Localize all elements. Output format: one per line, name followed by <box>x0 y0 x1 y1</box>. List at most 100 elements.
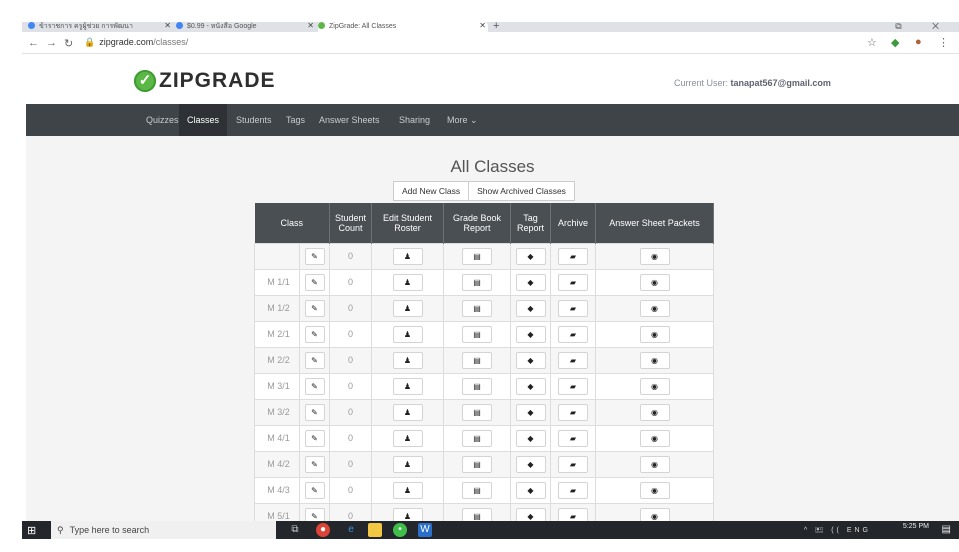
pencil-icon[interactable]: ✎ <box>304 481 325 499</box>
nav-tags[interactable]: Tags <box>278 104 313 136</box>
avatar[interactable]: ● <box>915 36 922 48</box>
edge-icon[interactable]: e <box>344 523 358 537</box>
chrome-icon[interactable]: ● <box>316 523 330 537</box>
address-bar[interactable]: 🔒 zipgrade.com/classes/ <box>84 37 188 48</box>
folder-icon[interactable]: ▰ <box>558 507 588 521</box>
pencil-icon[interactable]: ✎ <box>304 247 325 265</box>
add-new-class-button[interactable]: Add New Class <box>393 181 470 201</box>
tag-icon[interactable]: ◆ <box>515 403 546 421</box>
tag-icon[interactable]: ◆ <box>515 247 546 265</box>
back-icon[interactable]: ← <box>28 37 39 49</box>
list-icon[interactable]: ▤ <box>462 455 492 473</box>
list-icon[interactable]: ▤ <box>462 351 492 369</box>
browser-tab-active[interactable]: ZipGrade: All Classes ✕ <box>318 22 488 32</box>
user-icon[interactable]: ♟ <box>392 299 423 317</box>
pencil-icon[interactable]: ✎ <box>304 377 325 395</box>
download-icon[interactable]: ◉ <box>639 507 670 521</box>
task-view-icon[interactable]: ⧉ <box>288 523 302 537</box>
taskbar-search[interactable]: ⚲ Type here to search <box>51 521 276 539</box>
tag-icon[interactable]: ◆ <box>515 507 546 521</box>
nav-answer-sheets[interactable]: Answer Sheets <box>311 104 388 136</box>
new-tab-button[interactable]: + <box>493 22 499 32</box>
nav-more-dropdown[interactable]: More ⌄ <box>439 104 486 136</box>
user-icon[interactable]: ♟ <box>392 455 423 473</box>
pencil-icon[interactable]: ✎ <box>304 351 325 369</box>
folder-icon[interactable]: ▰ <box>558 403 588 421</box>
notification-icon[interactable]: ▤ <box>942 524 951 535</box>
clock[interactable]: 5:25 PM <box>903 523 929 530</box>
download-icon[interactable]: ◉ <box>639 351 670 369</box>
download-icon[interactable]: ◉ <box>639 377 670 395</box>
extension-icon[interactable]: ◆ <box>891 36 899 49</box>
nav-classes[interactable]: Classes <box>179 104 228 136</box>
user-icon[interactable]: ♟ <box>392 507 423 521</box>
tag-icon[interactable]: ◆ <box>515 273 546 291</box>
user-icon[interactable]: ♟ <box>392 403 423 421</box>
pencil-icon[interactable]: ✎ <box>304 273 325 291</box>
folder-icon[interactable]: ▰ <box>558 299 588 317</box>
folder-icon[interactable]: ▰ <box>558 481 588 499</box>
close-tab-icon[interactable]: ✕ <box>307 22 314 30</box>
show-archived-classes-button[interactable]: Show Archived Classes <box>469 181 575 201</box>
tag-icon[interactable]: ◆ <box>515 429 546 447</box>
nav-students[interactable]: Students <box>228 104 280 136</box>
system-tray[interactable]: ^ 🖭 (( ENG <box>804 526 871 537</box>
list-icon[interactable]: ▤ <box>462 429 492 447</box>
windows-start-icon[interactable]: ⊞ <box>27 524 36 537</box>
folder-icon[interactable]: ▰ <box>558 351 588 369</box>
kebab-menu-icon[interactable]: ⋮ <box>938 36 949 49</box>
line-app-icon[interactable]: • <box>393 523 407 537</box>
pencil-icon[interactable]: ✎ <box>304 325 325 343</box>
folder-icon[interactable]: ▰ <box>558 429 588 447</box>
user-icon[interactable]: ♟ <box>392 247 423 265</box>
user-icon[interactable]: ♟ <box>392 377 423 395</box>
user-icon[interactable]: ♟ <box>392 429 423 447</box>
download-icon[interactable]: ◉ <box>639 455 670 473</box>
browser-tab[interactable]: ข้าราชการ ครูผู้ช่วย การพัฒนา ✕ <box>28 22 173 32</box>
download-icon[interactable]: ◉ <box>639 403 670 421</box>
list-icon[interactable]: ▤ <box>462 481 492 499</box>
folder-icon[interactable]: ▰ <box>558 377 588 395</box>
user-icon[interactable]: ♟ <box>392 351 423 369</box>
list-icon[interactable]: ▤ <box>462 299 492 317</box>
tag-icon[interactable]: ◆ <box>515 455 546 473</box>
folder-icon[interactable]: ▰ <box>558 455 588 473</box>
list-icon[interactable]: ▤ <box>462 273 492 291</box>
list-icon[interactable]: ▤ <box>462 403 492 421</box>
star-icon[interactable]: ☆ <box>867 36 877 49</box>
pencil-icon[interactable]: ✎ <box>304 455 325 473</box>
file-explorer-icon[interactable] <box>368 523 382 537</box>
list-icon[interactable]: ▤ <box>462 247 492 265</box>
reload-icon[interactable]: ↻ <box>64 37 73 50</box>
browser-tab[interactable]: $0.99 - หนังสือ Google ✕ <box>176 22 316 32</box>
folder-icon[interactable]: ▰ <box>558 325 588 343</box>
list-icon[interactable]: ▤ <box>462 507 492 521</box>
user-icon[interactable]: ♟ <box>392 273 423 291</box>
tag-icon[interactable]: ◆ <box>515 377 546 395</box>
download-icon[interactable]: ◉ <box>639 273 670 291</box>
folder-icon[interactable]: ▰ <box>558 247 588 265</box>
nav-sharing[interactable]: Sharing <box>391 104 438 136</box>
zipgrade-logo[interactable]: ✓ ZIPGRADE <box>134 69 276 92</box>
close-tab-icon[interactable]: ✕ <box>164 22 171 30</box>
pencil-icon[interactable]: ✎ <box>304 429 325 447</box>
pencil-icon[interactable]: ✎ <box>304 403 325 421</box>
word-icon[interactable]: W <box>418 523 432 537</box>
tag-icon[interactable]: ◆ <box>515 351 546 369</box>
list-icon[interactable]: ▤ <box>462 377 492 395</box>
download-icon[interactable]: ◉ <box>639 429 670 447</box>
pencil-icon[interactable]: ✎ <box>304 507 325 521</box>
forward-icon[interactable]: → <box>46 37 57 49</box>
user-icon[interactable]: ♟ <box>392 325 423 343</box>
download-icon[interactable]: ◉ <box>639 481 670 499</box>
download-icon[interactable]: ◉ <box>639 299 670 317</box>
tag-icon[interactable]: ◆ <box>515 325 546 343</box>
tag-icon[interactable]: ◆ <box>515 299 546 317</box>
tag-icon[interactable]: ◆ <box>515 481 546 499</box>
user-icon[interactable]: ♟ <box>392 481 423 499</box>
folder-icon[interactable]: ▰ <box>558 273 588 291</box>
pencil-icon[interactable]: ✎ <box>304 299 325 317</box>
download-icon[interactable]: ◉ <box>639 247 670 265</box>
list-icon[interactable]: ▤ <box>462 325 492 343</box>
close-tab-icon[interactable]: ✕ <box>479 22 486 30</box>
